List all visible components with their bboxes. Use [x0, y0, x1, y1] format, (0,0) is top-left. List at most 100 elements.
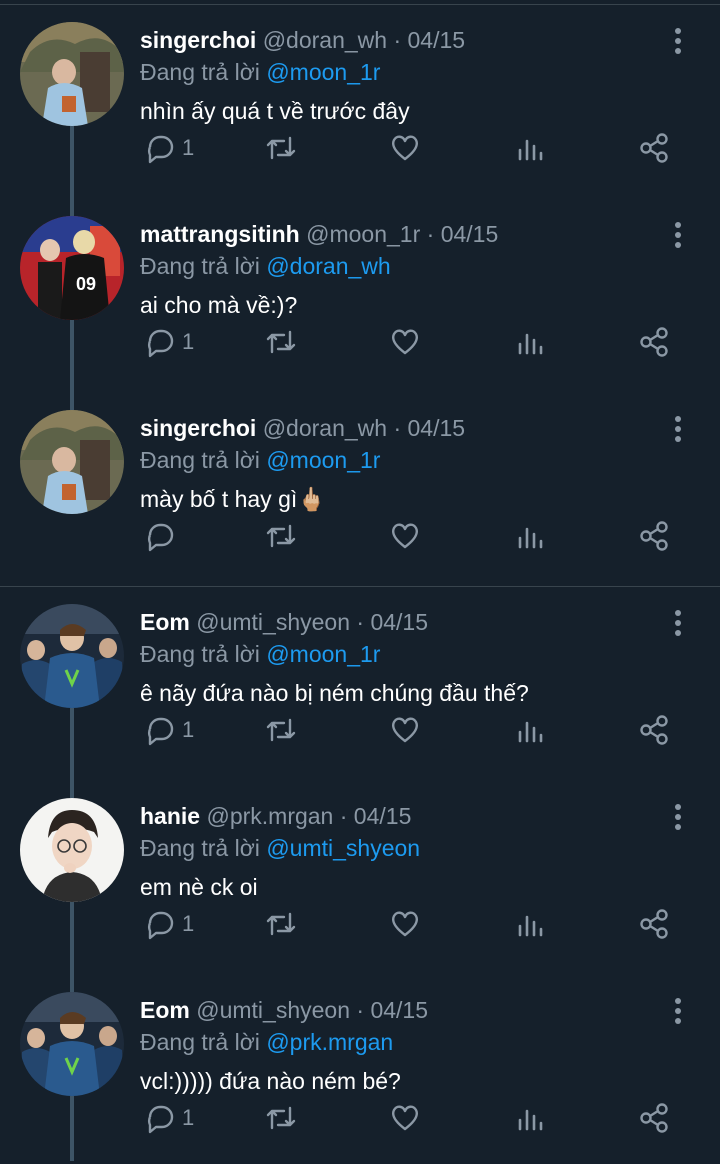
like-button[interactable] — [389, 710, 421, 750]
timestamp: · 04/15 — [393, 415, 466, 441]
share-button[interactable] — [638, 322, 672, 362]
more-options-button[interactable] — [666, 996, 690, 1028]
thread-connector — [70, 1096, 74, 1161]
mention-link[interactable]: @doran_wh — [266, 253, 390, 279]
avatar[interactable] — [20, 992, 124, 1096]
like-button[interactable] — [389, 322, 421, 362]
retweet-button[interactable] — [264, 128, 298, 168]
tweet-header: singerchoi @doran_wh · 04/15 — [140, 412, 465, 444]
mention-link[interactable]: @umti_shyeon — [266, 835, 420, 861]
timestamp: · 04/15 — [356, 997, 428, 1023]
replying-to: Đang trả lời @moon_1r — [140, 638, 380, 670]
handle[interactable]: @prk.mrgan — [206, 803, 333, 829]
more-options-button[interactable] — [666, 802, 690, 834]
comment-icon — [147, 717, 174, 746]
analytics-icon — [518, 527, 543, 549]
comment-icon — [147, 1105, 174, 1134]
like-button[interactable] — [389, 904, 421, 944]
handle[interactable]: @moon_1r — [306, 221, 420, 247]
retweet-icon — [266, 330, 296, 354]
display-name[interactable]: hanie — [140, 803, 200, 829]
avatar[interactable] — [20, 604, 124, 708]
reply-button[interactable]: 1 — [144, 710, 194, 750]
retweet-button[interactable] — [264, 516, 298, 556]
tweet[interactable]: Eom @umti_shyeon · 04/15 Đang trả lời @m… — [0, 582, 720, 776]
replying-to-label: Đang trả lời — [140, 1029, 260, 1055]
like-button[interactable] — [389, 128, 421, 168]
tweet[interactable]: Eom @umti_shyeon · 04/15 Đang trả lời @p… — [0, 970, 720, 1164]
share-icon — [640, 327, 668, 357]
more-vertical-icon — [675, 804, 681, 830]
more-options-button[interactable] — [666, 414, 690, 446]
reply-button[interactable]: 1 — [144, 904, 194, 944]
like-button[interactable] — [389, 516, 421, 556]
share-icon — [640, 715, 668, 745]
replying-to-label: Đang trả lời — [140, 59, 260, 85]
replying-to: Đang trả lời @umti_shyeon — [140, 832, 420, 864]
heart-icon — [391, 135, 419, 161]
handle[interactable]: @doran_wh — [263, 415, 387, 441]
more-vertical-icon — [675, 610, 681, 636]
retweet-icon — [266, 136, 296, 160]
tweet-text: ê nãy đứa nào bị ném chúng đầu thế? — [140, 680, 529, 706]
analytics-button[interactable] — [516, 128, 546, 168]
display-name[interactable]: singerchoi — [140, 415, 256, 441]
share-icon — [640, 521, 668, 551]
handle[interactable]: @umti_shyeon — [196, 997, 350, 1023]
retweet-icon — [266, 524, 296, 548]
display-name[interactable]: singerchoi — [140, 27, 256, 53]
mention-link[interactable]: @moon_1r — [266, 641, 380, 667]
heart-icon — [391, 911, 419, 937]
action-bar: 1 — [140, 322, 700, 362]
analytics-button[interactable] — [516, 516, 546, 556]
tweet[interactable]: 09 mattrangsitinh @moon_1r · 04/15 Đang … — [0, 194, 720, 388]
analytics-button[interactable] — [516, 904, 546, 944]
like-button[interactable] — [389, 1098, 421, 1138]
retweet-button[interactable] — [264, 904, 298, 944]
reply-button[interactable]: 1 — [144, 322, 194, 362]
more-options-button[interactable] — [666, 220, 690, 252]
mention-link[interactable]: @moon_1r — [266, 447, 380, 473]
replying-to: Đang trả lời @moon_1r — [140, 56, 380, 88]
share-button[interactable] — [638, 128, 672, 168]
share-button[interactable] — [638, 516, 672, 556]
avatar[interactable] — [20, 798, 124, 902]
more-vertical-icon — [675, 416, 681, 442]
avatar[interactable] — [20, 22, 124, 126]
analytics-button[interactable] — [516, 1098, 546, 1138]
share-button[interactable] — [638, 904, 672, 944]
avatar[interactable]: 09 — [20, 216, 124, 320]
thread-connector — [70, 194, 74, 216]
comment-icon — [147, 135, 174, 164]
mention-link[interactable]: @prk.mrgan — [266, 1029, 393, 1055]
avatar[interactable] — [20, 410, 124, 514]
replying-to: Đang trả lời @moon_1r — [140, 444, 380, 476]
tweet[interactable]: singerchoi @doran_wh · 04/15 Đang trả lờ… — [0, 0, 720, 194]
handle[interactable]: @umti_shyeon — [196, 609, 350, 635]
tweet-text: ai cho mà về:)? — [140, 292, 298, 318]
tweet[interactable]: singerchoi @doran_wh · 04/15 Đang trả lờ… — [0, 388, 720, 582]
reply-button[interactable]: 1 — [144, 1098, 194, 1138]
timestamp: · 04/15 — [426, 221, 499, 247]
more-options-button[interactable] — [666, 26, 690, 58]
timestamp: · 04/15 — [339, 803, 412, 829]
display-name[interactable]: Eom — [140, 997, 190, 1023]
retweet-button[interactable] — [264, 1098, 298, 1138]
analytics-button[interactable] — [516, 710, 546, 750]
mention-link[interactable]: @moon_1r — [266, 59, 380, 85]
reply-button[interactable] — [144, 516, 182, 556]
retweet-button[interactable] — [264, 710, 298, 750]
analytics-button[interactable] — [516, 322, 546, 362]
display-name[interactable]: mattrangsitinh — [140, 221, 300, 247]
handle[interactable]: @doran_wh — [263, 27, 387, 53]
heart-icon — [391, 717, 419, 743]
share-button[interactable] — [638, 1098, 672, 1138]
share-button[interactable] — [638, 710, 672, 750]
retweet-button[interactable] — [264, 322, 298, 362]
more-options-button[interactable] — [666, 608, 690, 640]
replying-to: Đang trả lời @doran_wh — [140, 250, 391, 282]
reply-button[interactable]: 1 — [144, 128, 194, 168]
tweet-text: vcl:))))) đứa nào ném bé? — [140, 1068, 401, 1094]
display-name[interactable]: Eom — [140, 609, 190, 635]
tweet[interactable]: hanie @prk.mrgan · 04/15 Đang trả lời @u… — [0, 776, 720, 970]
